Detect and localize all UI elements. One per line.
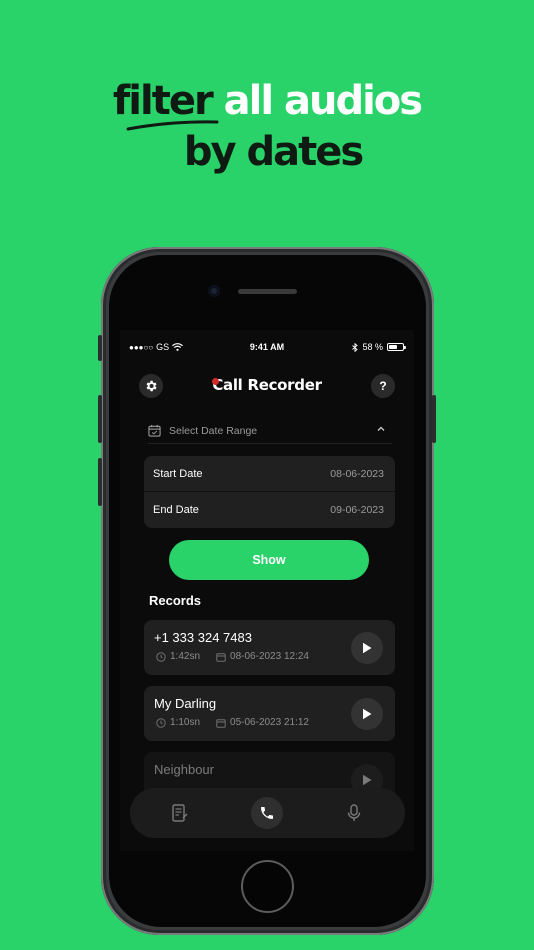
clock-icon	[156, 717, 166, 728]
headline-underline	[126, 120, 219, 131]
front-camera	[208, 285, 220, 297]
headline-line-2: by dates	[183, 129, 364, 175]
bottom-nav	[130, 788, 405, 838]
play-icon	[363, 642, 372, 654]
battery-level	[389, 345, 397, 349]
start-date-value: 08-06-2023	[330, 467, 384, 480]
nav-item-notes[interactable]	[164, 797, 196, 829]
help-button[interactable]: ?	[371, 374, 395, 398]
record-meta: 1:42sn 08-06-2023 12:24	[156, 651, 309, 662]
battery-icon	[387, 343, 406, 351]
app-screen: ●●●○○ GS 9:41 AM 58 % Call Recorder ? Se…	[120, 330, 414, 851]
calendar-icon	[148, 424, 161, 437]
earpiece-speaker	[238, 289, 297, 294]
record-item[interactable]: My Darling 1:10sn 05-06-2023 21:12	[144, 686, 395, 741]
battery-percent: 58 %	[362, 342, 383, 352]
status-bar: ●●●○○ GS 9:41 AM 58 %	[120, 340, 414, 354]
play-button[interactable]	[351, 698, 383, 730]
help-label: ?	[379, 379, 387, 393]
start-date-label: Start Date	[153, 467, 203, 480]
chevron-up-icon[interactable]	[376, 424, 386, 434]
mute-switch	[98, 335, 102, 361]
show-button[interactable]: Show	[169, 540, 369, 580]
nav-item-calls[interactable]	[251, 797, 283, 829]
record-datetime: 08-06-2023 12:24	[230, 651, 309, 662]
app-title: Call Recorder	[120, 376, 414, 394]
record-duration: 1:10sn	[170, 717, 201, 728]
bluetooth-icon	[352, 342, 359, 352]
end-date-value: 09-06-2023	[330, 504, 384, 516]
records-title: Records	[149, 593, 202, 608]
record-meta: 1:10sn 05-06-2023 21:12	[156, 717, 309, 728]
record-name: Neighbour	[154, 762, 214, 777]
volume-down-button	[98, 458, 102, 506]
status-right: 58 %	[352, 342, 406, 352]
end-date-row[interactable]: End Date 09-06-2023	[144, 492, 395, 528]
record-datetime: 05-06-2023 21:12	[230, 717, 309, 728]
record-item[interactable]: +1 333 324 7483 1:42sn 08-06-2023 12:24	[144, 620, 395, 675]
calendar-icon	[216, 718, 226, 728]
end-date-label: End Date	[153, 504, 199, 516]
play-icon	[363, 708, 372, 720]
volume-up-button	[98, 395, 102, 443]
calendar-icon	[216, 652, 226, 662]
date-range-selector[interactable]: Select Date Range	[148, 418, 392, 444]
start-date-row[interactable]: Start Date 08-06-2023	[144, 456, 395, 492]
headline-line-1-rest: all audios	[223, 78, 423, 124]
microphone-icon	[347, 804, 361, 821]
nav-item-recorder[interactable]	[338, 797, 370, 829]
app-title-text: Call Recorder	[212, 376, 322, 394]
date-range-card: Start Date 08-06-2023 End Date 09-06-202…	[144, 456, 395, 528]
power-button	[432, 395, 436, 443]
record-duration: 1:42sn	[170, 651, 201, 662]
headline-line-1: filter all audios	[0, 78, 534, 124]
record-name: My Darling	[154, 696, 217, 711]
play-icon	[363, 774, 372, 786]
date-range-label: Select Date Range	[169, 424, 258, 437]
notes-icon	[172, 804, 188, 822]
phone-icon	[261, 807, 273, 819]
play-button[interactable]	[351, 632, 383, 664]
clock-icon	[156, 651, 166, 662]
home-button[interactable]	[241, 860, 294, 913]
headline: filter all audios by dates	[0, 78, 534, 178]
record-name: +1 333 324 7483	[154, 630, 252, 645]
